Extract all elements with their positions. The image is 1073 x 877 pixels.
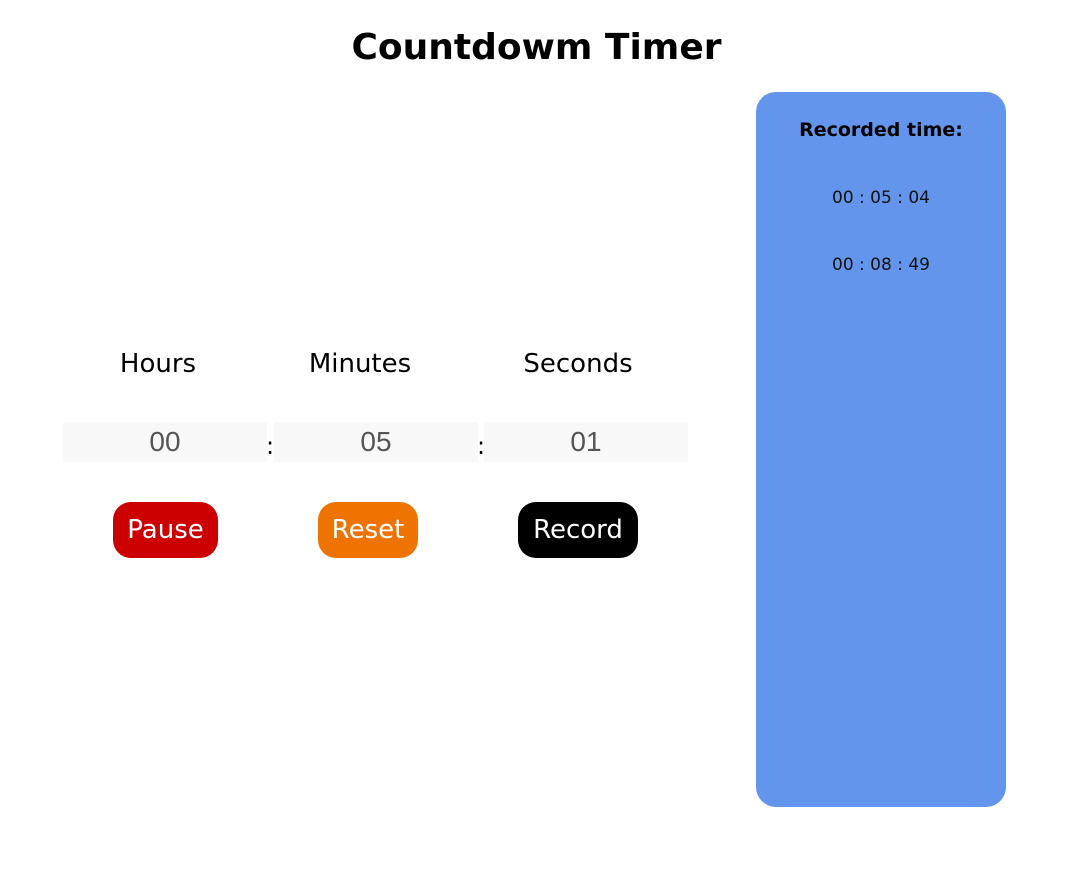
record-button[interactable]: Record [518, 502, 638, 558]
seconds-input[interactable] [484, 422, 688, 462]
page-title: Countdowm Timer [351, 27, 722, 68]
recorded-time-title: Recorded time: [799, 119, 963, 141]
minutes-label: Minutes [308, 349, 412, 379]
recorded-time-panel: Recorded time: 00 : 05 : 04 00 : 08 : 49 [756, 92, 1006, 807]
pause-button[interactable]: Pause [113, 502, 218, 558]
hours-minutes-separator: : [266, 432, 275, 460]
reset-button[interactable]: Reset [318, 502, 418, 558]
recorded-time-item: 00 : 05 : 04 [832, 188, 930, 208]
hours-input[interactable] [63, 422, 267, 462]
hours-label: Hours [119, 349, 197, 379]
seconds-label: Seconds [523, 349, 633, 379]
minutes-input[interactable] [274, 422, 478, 462]
recorded-time-list: 00 : 05 : 04 00 : 08 : 49 [756, 186, 1006, 320]
recorded-time-item: 00 : 08 : 49 [832, 255, 930, 275]
